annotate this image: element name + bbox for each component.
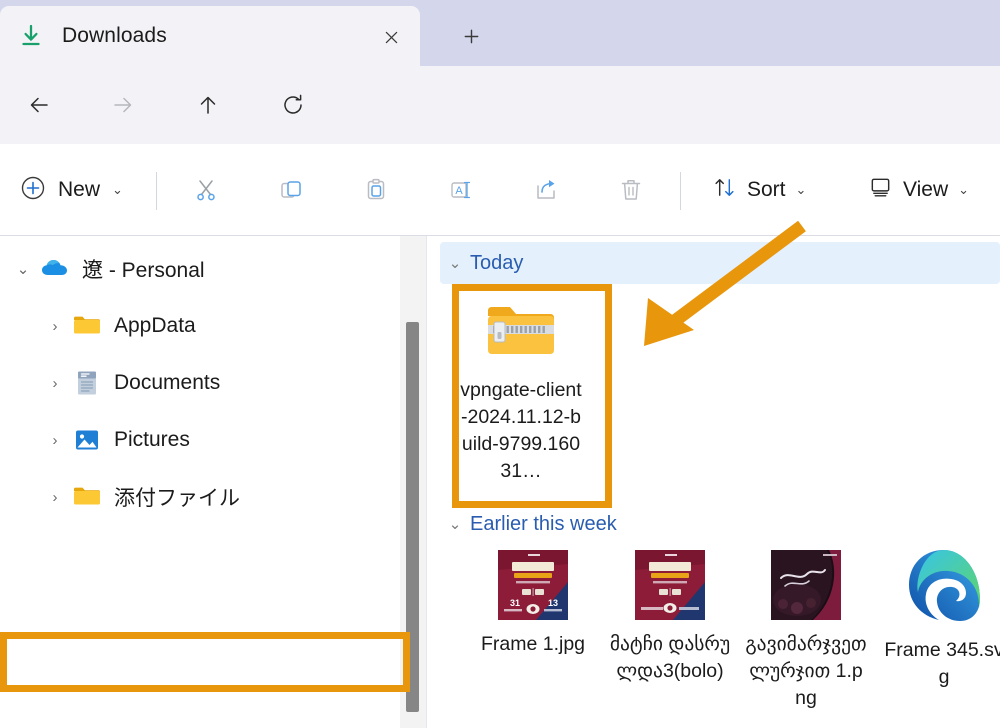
paste-button[interactable]	[347, 166, 405, 214]
documents-icon	[72, 368, 102, 398]
new-tab-button[interactable]	[444, 14, 498, 58]
refresh-button[interactable]	[270, 82, 316, 128]
svg-text:31: 31	[510, 598, 520, 608]
sidebar-item-label: 遼 - Personal	[82, 259, 205, 282]
chevron-down-icon: ⌄	[795, 182, 807, 197]
folder-icon	[72, 311, 102, 341]
file-explorer-window: Downloads New ⌄ A Sort ⌄ View ⌄ ⌄ 遼 - Pe…	[0, 0, 1000, 728]
svg-text:13: 13	[548, 598, 558, 608]
chevron-down-icon[interactable]: ⌄	[440, 515, 470, 533]
file-name: მატჩი დასრულდა3(bolo)	[609, 633, 731, 682]
chevron-right-icon[interactable]: ›	[38, 432, 72, 449]
image-thumbnail-dark	[769, 548, 843, 622]
image-thumbnail-red: 31 13	[496, 548, 570, 622]
tab-downloads[interactable]: Downloads	[0, 6, 420, 66]
group-label: Today	[470, 251, 524, 274]
folder-icon	[72, 482, 102, 512]
chevron-down-icon: ⌄	[958, 182, 970, 197]
group-header-today[interactable]: ⌄ Today	[440, 242, 1000, 284]
tab-title: Downloads	[62, 24, 167, 47]
svg-text:A: A	[455, 185, 463, 197]
view-button-label: View	[903, 178, 949, 201]
file-tile-frame-345-svg[interactable]: Frame 345.svg	[879, 544, 1000, 691]
sort-icon	[712, 175, 737, 205]
forward-button[interactable]	[100, 82, 146, 128]
sidebar-item-documents-onedrive[interactable]: › Documents	[6, 356, 388, 410]
chevron-right-icon[interactable]: ›	[38, 489, 72, 506]
new-button[interactable]: New ⌄	[8, 166, 135, 214]
view-button[interactable]: View ⌄	[858, 166, 979, 214]
share-icon	[537, 180, 555, 199]
arrow-left-icon	[30, 97, 48, 113]
sort-button[interactable]: Sort ⌄	[702, 166, 816, 214]
file-tile-matchi-dasruli[interactable]: მატჩი დასრულდა3(bolo)	[605, 548, 735, 685]
arrow-up-icon	[200, 96, 216, 114]
edge-logo-icon	[902, 544, 986, 628]
file-name: vpngate-client-2024.11.12-build-9799.160…	[460, 379, 582, 482]
chevron-down-icon[interactable]: ⌄	[440, 254, 470, 272]
sidebar-item-pictures[interactable]: › Pictures	[6, 413, 388, 467]
sidebar-scrollbar-thumb[interactable]	[406, 322, 419, 712]
download-icon	[18, 23, 44, 49]
arrow-right-icon	[114, 97, 132, 113]
image-thumbnail-red	[633, 548, 707, 622]
chevron-right-icon[interactable]: ›	[38, 375, 72, 392]
sidebar-item-label: 添付ファイル	[114, 487, 240, 510]
file-list-pane: ⌄ Today vpngate-client-2024.11.12-build-…	[427, 236, 1000, 728]
new-button-label: New	[58, 178, 101, 201]
group-header-earlier-this-week[interactable]: ⌄ Earlier this week	[440, 504, 617, 544]
plus-circle-icon	[20, 175, 46, 206]
rename-button[interactable]: A	[432, 166, 490, 214]
view-icon	[868, 175, 893, 205]
sidebar-item-label: AppData	[114, 314, 196, 337]
rename-icon: A	[451, 181, 471, 199]
file-name: Frame 345.svg	[884, 639, 1000, 688]
sort-button-label: Sort	[747, 178, 786, 201]
share-button[interactable]	[517, 166, 575, 214]
sidebar-item-attachments[interactable]: › 添付ファイル	[6, 470, 388, 524]
sidebar-item-appdata[interactable]: › AppData	[6, 299, 388, 353]
onedrive-cloud-icon	[40, 254, 70, 284]
file-name: Frame 1.jpg	[480, 633, 586, 655]
file-tile-vpngate-zip[interactable]: vpngate-client-2024.11.12-build-9799.160…	[456, 294, 586, 485]
zip-folder-icon	[484, 294, 558, 368]
refresh-icon	[284, 94, 302, 114]
chevron-right-icon[interactable]: ›	[38, 318, 72, 335]
chevron-down-icon[interactable]: ⌄	[6, 260, 40, 278]
delete-button[interactable]	[602, 166, 660, 214]
command-bar: New ⌄ A Sort ⌄ View ⌄	[0, 144, 1000, 236]
trash-icon	[621, 180, 641, 200]
copy-icon	[281, 181, 301, 198]
toolbar-divider-1	[156, 172, 157, 210]
tab-strip: Downloads	[0, 0, 1000, 66]
file-tile-gavimarjvet[interactable]: გავიმარჯვეთლურჯით 1.png	[741, 548, 871, 712]
sidebar-item-onedrive-personal[interactable]: ⌄ 遼 - Personal	[6, 242, 388, 296]
sidebar-item-label: Documents	[114, 371, 221, 394]
plus-icon	[464, 29, 478, 43]
file-tile-frame-1-jpg[interactable]: 31 13 Frame 1.jpg	[468, 548, 598, 658]
toolbar-divider-2	[680, 172, 681, 210]
navigation-pane: ⌄ 遼 - Personal › AppData › Documents › P…	[0, 236, 400, 728]
copy-button[interactable]	[262, 166, 320, 214]
up-button[interactable]	[185, 82, 231, 128]
back-button[interactable]	[16, 82, 62, 128]
scissors-icon	[197, 180, 215, 201]
paste-icon	[367, 178, 385, 200]
cut-button[interactable]	[177, 166, 235, 214]
close-icon[interactable]	[376, 22, 406, 52]
chevron-down-icon: ⌄	[112, 182, 123, 197]
group-label: Earlier this week	[470, 512, 617, 535]
file-name: გავიმარჯვეთლურჯით 1.png	[745, 633, 867, 709]
sidebar-item-label: Pictures	[114, 428, 190, 451]
pictures-icon	[72, 425, 102, 455]
navigation-bar: › Downloads ›	[0, 66, 1000, 194]
